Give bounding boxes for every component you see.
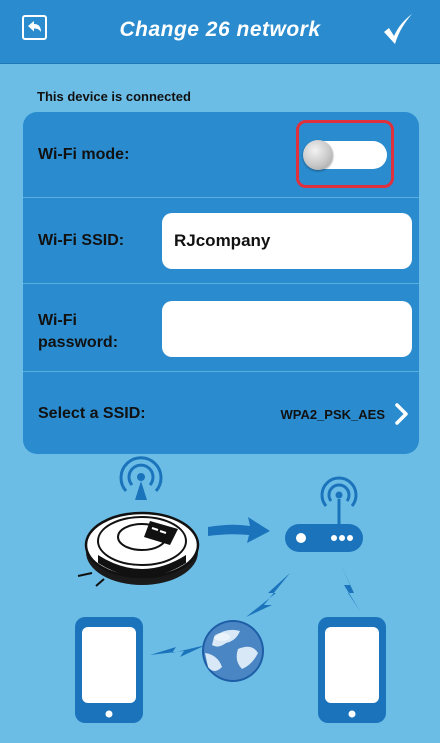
confirm-button[interactable] <box>380 12 416 48</box>
toggle-highlight <box>296 120 394 188</box>
header-bar: Change 26 network <box>0 0 440 64</box>
wifi-mode-row: Wi-Fi mode: <box>23 112 419 198</box>
wifi-ssid-label: Wi-Fi SSID: <box>38 232 125 249</box>
wifi-ssid-input[interactable] <box>162 213 412 269</box>
router-signal-icon <box>320 476 358 525</box>
select-ssid-row[interactable]: Select a SSID: WPA2_PSK_AES <box>23 372 419 454</box>
selected-ssid-value: WPA2_PSK_AES <box>280 407 385 422</box>
wireless-link-icon <box>150 645 206 657</box>
wifi-password-label: Wi-Fi password: <box>38 312 119 351</box>
network-settings-card: Wi-Fi mode: Wi-Fi SSID: Wi-Fi password: … <box>23 112 419 454</box>
wireless-link-icon <box>246 573 290 617</box>
checkmark-icon <box>384 14 412 44</box>
wireless-link-icon <box>340 563 360 611</box>
wifi-ssid-row: Wi-Fi SSID: <box>23 198 419 284</box>
smartphone-icon <box>75 617 143 723</box>
wifi-password-input[interactable] <box>162 301 412 357</box>
robot-vacuum-icon <box>77 511 200 587</box>
wifi-password-row: Wi-Fi password: <box>23 284 419 372</box>
toggle-knob <box>303 140 333 170</box>
smartphone-icon <box>318 617 386 723</box>
robot-signal-icon <box>119 456 163 500</box>
select-ssid-label: Select a SSID: <box>38 405 146 422</box>
globe-icon <box>202 620 264 682</box>
wifi-mode-toggle[interactable] <box>303 140 387 170</box>
arrow-right-icon <box>208 517 270 543</box>
router-icon <box>285 524 363 552</box>
network-illustration <box>75 456 386 723</box>
page-title: Change 26 network <box>119 18 321 41</box>
chevron-right-icon <box>395 403 408 425</box>
connection-status: This device is connected <box>37 89 191 104</box>
wifi-mode-label: Wi-Fi mode: <box>38 146 130 163</box>
